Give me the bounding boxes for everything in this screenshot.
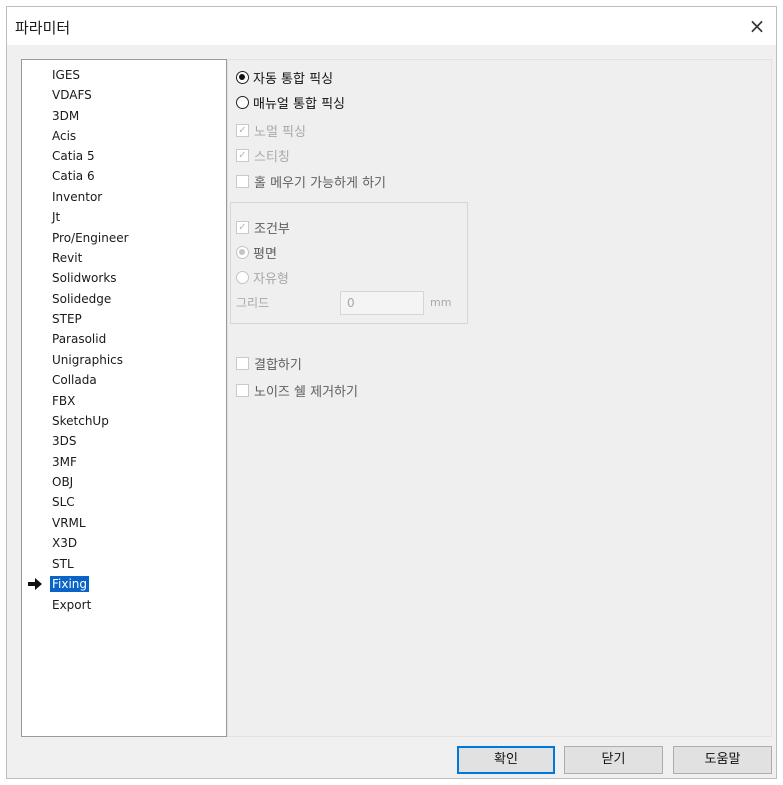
list-item-vrml[interactable]: VRML [52, 515, 86, 531]
flat-option[interactable]: 평면 [236, 243, 277, 262]
freeform-radio[interactable] [236, 271, 249, 284]
list-item-3ds[interactable]: 3DS [52, 433, 77, 449]
dialog-title: 파라미터 [15, 19, 71, 37]
parameters-dialog: 파라미터 × IGES VDAFS 3DM Acis Catia 5 Catia… [6, 6, 777, 779]
freeform-label: 자유형 [253, 272, 289, 287]
right-arrow-icon [28, 578, 42, 590]
list-item-step[interactable]: STEP [52, 311, 82, 327]
noise-remove-checkbox[interactable] [236, 384, 249, 397]
list-item-3dm[interactable]: 3DM [52, 108, 79, 124]
list-item-inventor[interactable]: Inventor [52, 189, 102, 205]
ok-button[interactable]: 확인 [457, 746, 555, 774]
grid-label: 그리드 [236, 296, 270, 310]
title-bar: 파라미터 × [7, 7, 776, 45]
merge-label: 결합하기 [254, 358, 302, 373]
normal-fix-checkbox[interactable]: ✓ [236, 124, 249, 137]
list-item-acis[interactable]: Acis [52, 128, 76, 144]
list-item-revit[interactable]: Revit [52, 250, 82, 266]
hole-fill-label: 홀 메우기 가능하게 하기 [254, 176, 386, 191]
normal-fix-option[interactable]: ✓ 노멀 픽싱 [236, 121, 306, 140]
close-icon[interactable]: × [744, 13, 770, 39]
auto-fix-radio[interactable] [236, 71, 249, 84]
list-item-solidworks[interactable]: Solidworks [52, 270, 117, 286]
list-item-export[interactable]: Export [52, 597, 91, 613]
list-item-stl[interactable]: STL [52, 556, 74, 572]
stitching-label: 스티칭 [254, 150, 290, 165]
format-list[interactable]: IGES VDAFS 3DM Acis Catia 5 Catia 6 Inve… [21, 59, 227, 737]
list-item-collada[interactable]: Collada [52, 372, 97, 388]
list-item-obj[interactable]: OBJ [52, 474, 73, 490]
normal-fix-label: 노멀 픽싱 [254, 125, 306, 140]
auto-fix-label: 자동 통합 픽싱 [253, 72, 334, 87]
merge-checkbox[interactable] [236, 357, 249, 370]
help-button[interactable]: 도움말 [673, 746, 772, 774]
freeform-option[interactable]: 자유형 [236, 268, 289, 287]
list-item-fixing[interactable]: Fixing [50, 576, 90, 592]
hole-fill-checkbox[interactable] [236, 175, 249, 188]
list-item-x3d[interactable]: X3D [52, 535, 77, 551]
manual-fix-radio[interactable] [236, 96, 249, 109]
conditional-checkbox[interactable]: ✓ [236, 221, 249, 234]
manual-fix-option[interactable]: 매뉴얼 통합 픽싱 [236, 93, 345, 112]
list-item-unigraphics[interactable]: Unigraphics [52, 352, 123, 368]
conditional-label: 조건부 [254, 222, 290, 237]
grid-unit-label: mm [430, 296, 452, 309]
hole-fill-option[interactable]: 홀 메우기 가능하게 하기 [236, 172, 386, 191]
noise-remove-label: 노이즈 쉘 제거하기 [254, 385, 358, 400]
list-item-fbx[interactable]: FBX [52, 393, 75, 409]
noise-remove-option[interactable]: 노이즈 쉘 제거하기 [236, 381, 358, 400]
flat-label: 평면 [253, 247, 277, 262]
list-item-vdafs[interactable]: VDAFS [52, 87, 92, 103]
list-item-iges[interactable]: IGES [52, 67, 80, 83]
list-item-slc[interactable]: SLC [52, 494, 75, 510]
list-item-3mf[interactable]: 3MF [52, 454, 77, 470]
close-button[interactable]: 닫기 [564, 746, 663, 774]
merge-option[interactable]: 결합하기 [236, 354, 302, 373]
list-item-catia5[interactable]: Catia 5 [52, 148, 95, 164]
list-item-parasolid[interactable]: Parasolid [52, 331, 106, 347]
list-item-jt[interactable]: Jt [52, 209, 60, 225]
manual-fix-label: 매뉴얼 통합 픽싱 [253, 97, 345, 112]
grid-input[interactable]: 0 [340, 291, 424, 315]
conditional-option[interactable]: ✓ 조건부 [236, 218, 290, 237]
list-item-sketchup[interactable]: SketchUp [52, 413, 109, 429]
list-item-catia6[interactable]: Catia 6 [52, 168, 95, 184]
list-item-pro-engineer[interactable]: Pro/Engineer [52, 230, 129, 246]
stitching-checkbox[interactable]: ✓ [236, 149, 249, 162]
list-item-solidedge[interactable]: Solidedge [52, 291, 111, 307]
flat-radio[interactable] [236, 246, 249, 259]
stitching-option[interactable]: ✓ 스티칭 [236, 146, 290, 165]
auto-fix-option[interactable]: 자동 통합 픽싱 [236, 68, 333, 87]
